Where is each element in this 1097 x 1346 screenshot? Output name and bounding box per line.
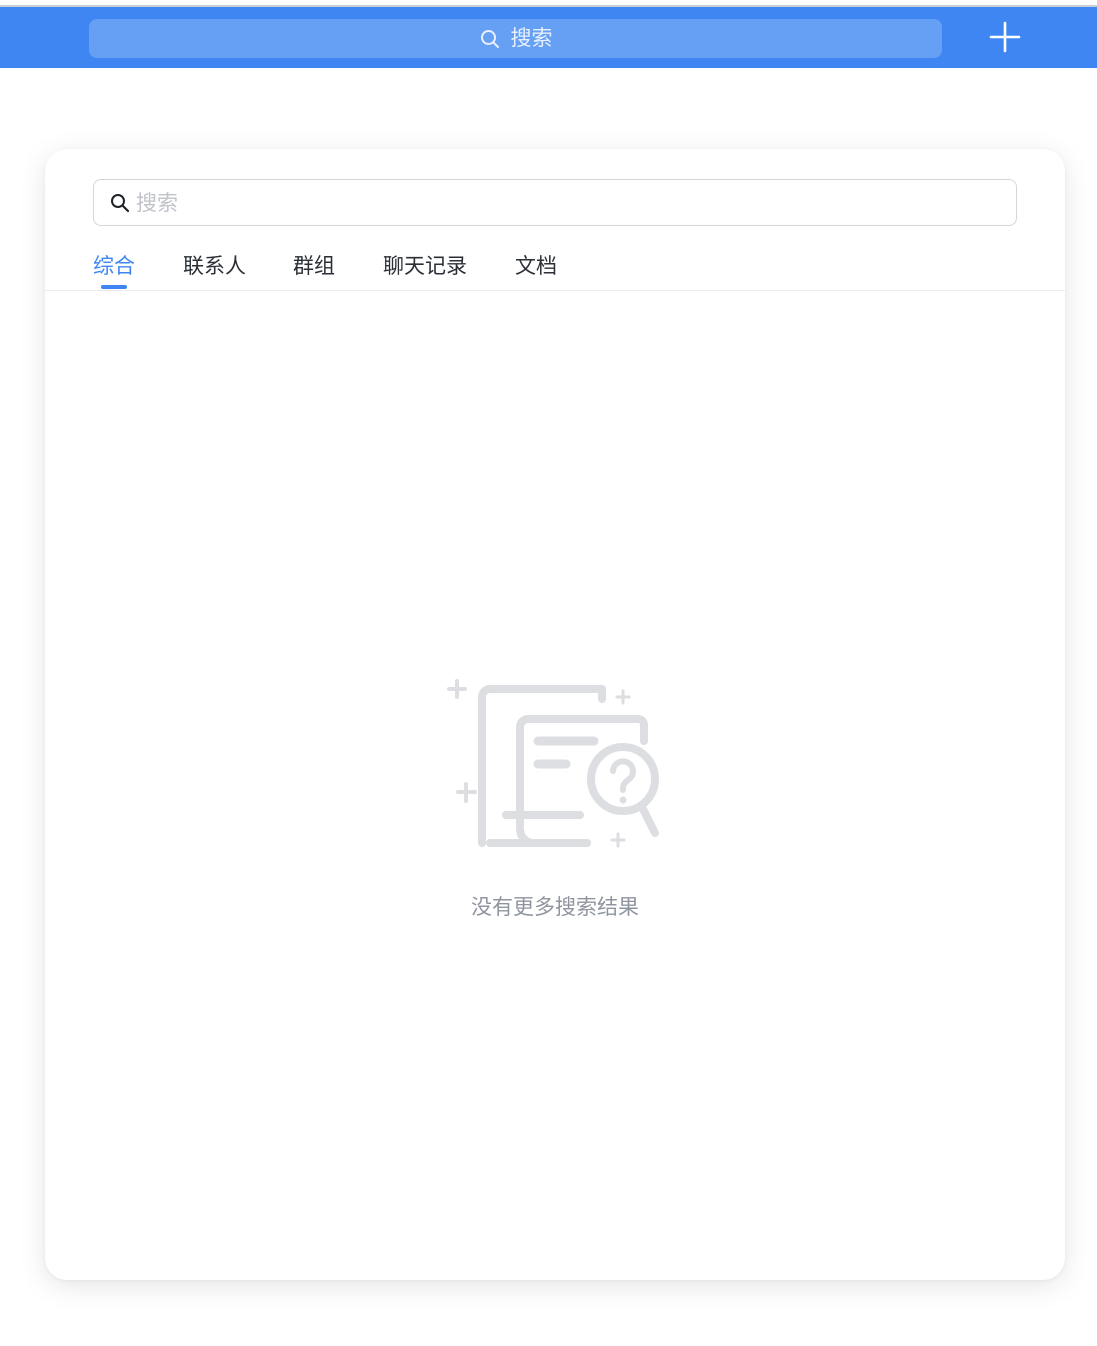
tab-groups[interactable]: 群组 [293,251,335,290]
tab-label: 文档 [515,254,557,278]
add-button[interactable] [985,21,1025,57]
search-input[interactable] [136,190,996,215]
tab-label: 聊天记录 [383,254,467,278]
search-icon [479,28,501,50]
global-search-label: 搜索 [510,26,553,50]
tab-label: 联系人 [183,254,246,278]
tab-documents[interactable]: 文档 [515,251,557,290]
top-bar: 搜索 [0,0,1097,68]
search-panel: 综合 联系人 群组 聊天记录 文档 [45,149,1065,1280]
tab-all[interactable]: 综合 [93,251,135,290]
global-search-button[interactable]: 搜索 [89,19,942,58]
document-search-question-icon [442,679,664,851]
tab-label: 综合 [93,254,135,278]
tab-label: 群组 [293,254,335,278]
search-icon [109,192,131,214]
empty-state-message: 没有更多搜索结果 [471,895,639,919]
tab-contacts[interactable]: 联系人 [183,251,246,290]
plus-icon [989,21,1021,57]
tab-chat-history[interactable]: 聊天记录 [383,251,467,290]
active-tab-indicator [101,285,127,289]
search-category-tabs: 综合 联系人 群组 聊天记录 文档 [45,251,1065,291]
panel-search-box[interactable] [93,179,1017,226]
